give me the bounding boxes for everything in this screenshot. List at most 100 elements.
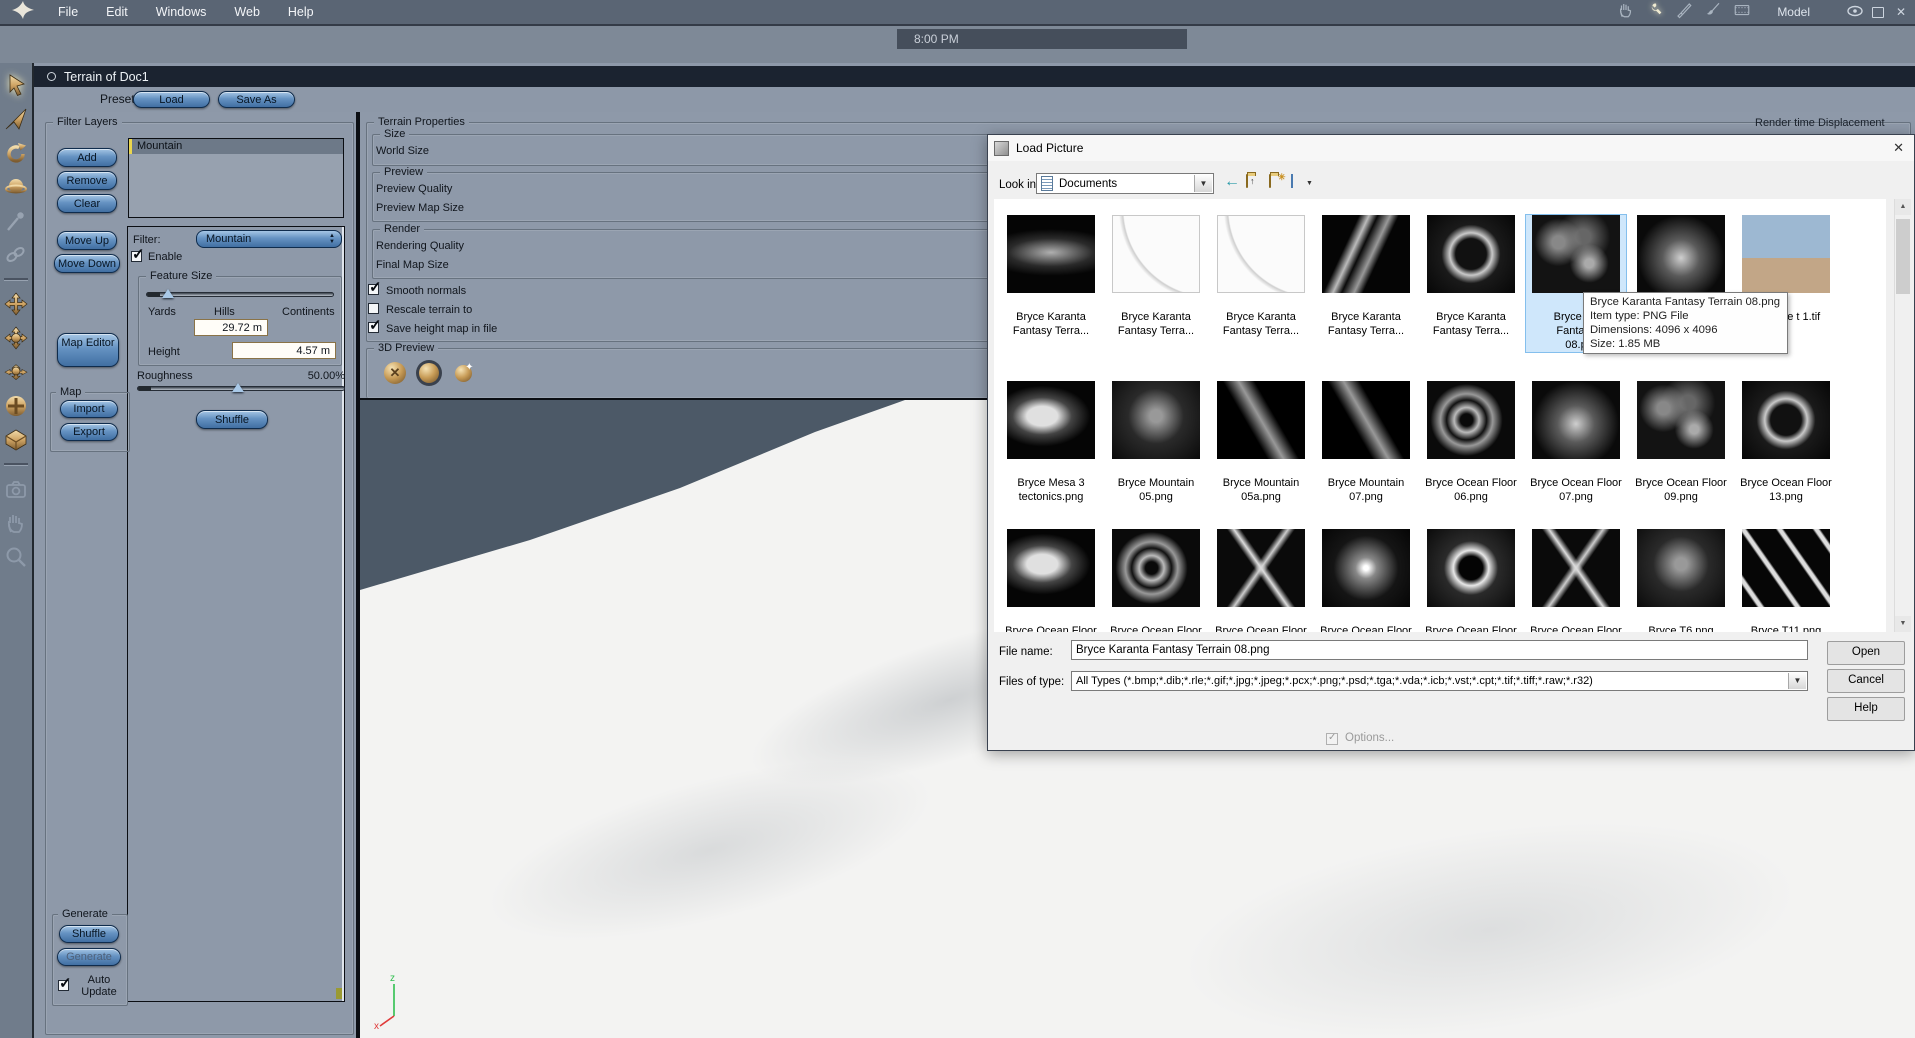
menu-windows[interactable]: Windows [142,5,221,19]
close-icon[interactable]: ✕ [1893,5,1909,19]
file-item[interactable]: Bryce Karanta Fantasy Terra... [1001,215,1101,338]
panel-grip[interactable] [336,988,342,999]
scroll-down-icon[interactable]: ▼ [1895,616,1911,632]
pen-icon[interactable] [1674,1,1694,24]
file-item[interactable]: Bryce Mesa 3 tectonics.png [1001,381,1101,504]
file-item[interactable]: Bryce Karanta Fantasy Terra... [1316,215,1416,338]
preview-quality-row[interactable]: Preview Quality [376,183,452,195]
prop-checkbox-rescale-terrain-to[interactable] [368,303,379,314]
move-cross-icon[interactable] [3,291,29,317]
dart-icon[interactable] [3,106,29,132]
file-item[interactable]: Bryce T11.png [1736,529,1836,632]
move-down-button[interactable]: Move Down [54,254,120,273]
dialog-titlebar[interactable]: Load Picture ✕ [988,135,1914,161]
file-item[interactable]: Bryce Ocean Floor 09.png [1631,381,1731,504]
file-item[interactable]: Bryce Ocean Floor 06.png [1421,381,1521,504]
filter-dropdown[interactable]: Mountain ▲ ▼ [196,230,342,248]
prop-checkbox-smooth-normals[interactable] [368,278,382,296]
files-of-type-dropdown-arrow[interactable]: ▼ [1788,673,1806,689]
pan-hand-icon[interactable] [3,510,29,536]
preset-save-as-button[interactable]: Save As [218,91,295,108]
file-item[interactable]: Bryce Ocean Floor 20.png [1316,529,1416,632]
magnifier-icon[interactable] [3,544,29,570]
preset-load-button[interactable]: Load [133,91,210,108]
file-item[interactable]: Bryce Ocean Floor 22.png [1526,529,1626,632]
layer-list[interactable]: Mountain [128,138,344,218]
generate-shuffle-button[interactable]: Shuffle [59,925,119,943]
enable-checkbox[interactable] [131,245,145,263]
dialog-close-icon[interactable]: ✕ [1893,140,1904,156]
scroll-up-icon[interactable]: ▲ [1895,199,1911,215]
feature-size-slider-thumb[interactable] [162,289,174,298]
scrollbar-thumb[interactable] [1896,219,1910,294]
file-item[interactable]: Bryce T6.png [1631,529,1731,632]
file-item[interactable]: Bryce Ocean Floor 15.png [1001,529,1101,632]
file-item[interactable]: Bryce Ocean Floor 21.png [1421,529,1521,632]
help-button[interactable]: Help [1827,697,1905,721]
render-sphere-icon[interactable] [416,360,442,386]
film-icon[interactable] [1732,1,1752,24]
cube-icon[interactable] [3,427,29,453]
camera-icon[interactable] [3,476,29,502]
menu-edit[interactable]: Edit [92,5,142,19]
auto-update-checkbox[interactable] [58,974,72,992]
roughness-slider-thumb[interactable] [232,383,244,392]
up-folder-icon[interactable]: ↑ [1246,174,1264,191]
menu-web[interactable]: Web [220,5,273,19]
file-item[interactable]: Bryce Mountain 05a.png [1211,381,1311,504]
options-checkbox[interactable] [1326,732,1338,745]
sphere-icon[interactable] [3,174,29,200]
new-folder-icon[interactable]: ✳ [1269,172,1287,191]
file-item[interactable]: Bryce Ocean Floor 18.png [1106,529,1206,632]
map-export-button[interactable]: Export [60,423,118,441]
file-item[interactable]: Bryce Ocean Floor 13.png [1736,381,1836,504]
file-list-scrollbar[interactable]: ▲ ▼ [1894,199,1911,632]
layer-list-item-mountain[interactable]: Mountain [129,139,343,154]
look-in-dropdown-arrow[interactable]: ▼ [1194,175,1212,192]
file-item[interactable]: Bryce Mountain 05.png [1106,381,1206,504]
render-sphere-star-icon[interactable]: ✦ [450,360,476,386]
move-flat-icon[interactable] [3,359,29,385]
maximize-icon[interactable] [1872,6,1884,18]
file-item[interactable]: Bryce Karanta Fantasy Terra... [1421,215,1521,338]
render-sphere-cross-icon[interactable]: ✕ [382,360,408,386]
wrench-icon[interactable] [1645,1,1665,24]
files-of-type-combobox[interactable]: All Types (*.bmp;*.dib;*.rle;*.gif;*.jpg… [1071,671,1808,691]
file-item[interactable]: Bryce Mountain 07.png [1316,381,1416,504]
cancel-button[interactable]: Cancel [1827,669,1905,693]
file-item[interactable]: Bryce Ocean Floor 19.png [1211,529,1311,632]
file-item[interactable]: Bryce Ocean Floor 07.png [1526,381,1626,504]
clear-layers-button[interactable]: Clear [57,194,117,213]
height-value-field[interactable]: 4.57 m [232,342,336,359]
look-in-combobox[interactable]: Documents ▼ [1036,173,1214,194]
back-arrow-icon[interactable]: ← [1224,173,1240,191]
map-import-button[interactable]: Import [60,400,118,418]
select-arrow-icon[interactable] [3,72,29,98]
open-button[interactable]: Open [1827,641,1905,665]
view-menu-caret[interactable]: ▼ [1306,180,1313,187]
menu-help[interactable]: Help [274,5,328,19]
final-map-size-row[interactable]: Final Map Size [376,259,449,271]
preview-map-size-row[interactable]: Preview Map Size [376,202,464,214]
window-menu-icon[interactable] [47,72,56,81]
feature-size-value-field[interactable]: 29.72 m [194,319,268,336]
prop-checkbox-save-height-map-in-file[interactable] [368,316,382,334]
world-size-row[interactable]: World Size [376,145,429,157]
menu-file[interactable]: File [44,5,92,19]
add-layer-button[interactable]: Add [57,148,117,167]
rendering-quality-row[interactable]: Rendering Quality [376,240,464,252]
window-titlebar[interactable]: Terrain of Doc1 [34,66,1915,87]
trackball-icon[interactable] [3,393,29,419]
eye-icon[interactable] [1847,5,1863,20]
rotate-icon[interactable] [3,140,29,166]
move-sphere-icon[interactable] [3,325,29,351]
remove-layer-button[interactable]: Remove [57,171,117,190]
map-editor-button[interactable]: Map Editor [57,333,119,367]
eyedropper-icon[interactable] [3,208,29,234]
feature-size-slider[interactable] [146,292,334,297]
shuffle-button[interactable]: Shuffle [196,410,268,429]
file-item[interactable]: Bryce Karanta Fantasy Terra... [1211,215,1311,338]
file-name-input[interactable] [1071,640,1808,660]
generate-button[interactable]: Generate [57,948,121,966]
brush-icon[interactable] [1703,1,1723,24]
